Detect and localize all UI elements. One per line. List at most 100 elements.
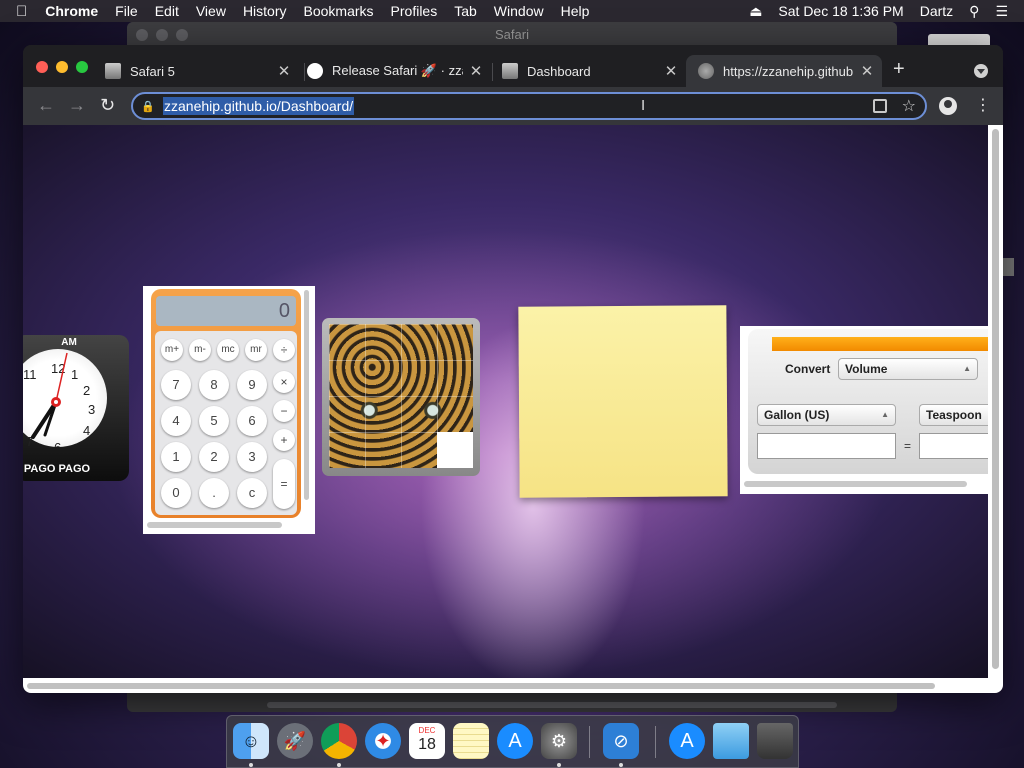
calendar-icon[interactable]: DEC 18 [409,723,445,759]
documents-folder-icon[interactable] [713,723,749,759]
to-unit-select[interactable]: Teaspoon [919,404,988,426]
convert-category-select[interactable]: Volume ▲ [838,358,978,380]
tab-title: Safari 5 [130,63,175,79]
lock-icon[interactable]: 🔒 [141,100,155,113]
apple-icon[interactable]:  [16,3,27,20]
calc-key-1[interactable]: 1 [161,442,191,472]
new-tab-icon[interactable]: + [893,59,905,79]
unit-converter-widget[interactable]: Convert Volume ▲ Gallon (US) ▲ Teaspoon … [740,326,988,494]
minimize-window-button[interactable] [56,61,68,73]
calc-key-mr[interactable]: mr [245,339,267,361]
calc-key-8[interactable]: 8 [199,370,229,400]
tile-puzzle-widget[interactable] [322,318,480,476]
converter-header-band [772,337,988,351]
calc-key-0[interactable]: 0 [161,478,191,508]
more-menu-icon[interactable]: ⋮ [975,96,991,116]
tab-active-zzanehip[interactable]: https://zzanehip.github.io/Dashboard/ ✕ [686,55,882,87]
calculator-horizontal-scrollbar[interactable] [147,522,282,528]
tab-release-safari[interactable]: Release Safari 🚀 · zzanehip ✕ [307,55,483,87]
toolbar: ← → ↻ 🔒 zzanehip.github.io/Dashboard/ I … [23,87,1003,125]
menu-tab[interactable]: Tab [454,3,477,19]
menu-view[interactable]: View [196,3,226,19]
calc-key-decimal[interactable]: . [199,478,229,508]
address-url-text[interactable]: zzanehip.github.io/Dashboard/ [163,97,355,115]
menubar-user[interactable]: Dartz [920,3,953,19]
calc-key-7[interactable]: 7 [161,370,191,400]
launchpad-icon[interactable]: 🚀 [277,723,313,759]
menu-profiles[interactable]: Profiles [391,3,438,19]
calc-key-9[interactable]: 9 [237,370,267,400]
tab-title: https://zzanehip.github.io/Dashboard/ [723,63,854,79]
notes-icon[interactable] [453,723,489,759]
calculator-widget[interactable]: 0 m+ m- mc mr ÷ 7 8 9 × 4 5 6 − 1 2 3 + … [143,286,315,534]
calc-key-equals[interactable]: = [273,459,295,509]
calc-key-multiply[interactable]: × [273,371,295,393]
to-value-input[interactable] [919,433,988,459]
calc-key-mminus[interactable]: m- [189,339,211,361]
converter-horizontal-scrollbar[interactable] [744,481,967,487]
sticky-note-widget[interactable] [518,305,728,498]
from-value-input[interactable] [757,433,896,459]
finder-icon[interactable]: ☺ [233,723,269,759]
chrome-window: Safari 5 ✕ Release Safari 🚀 · zzanehip ✕… [23,45,1003,693]
spotlight-search-icon[interactable]: ⚲ [969,3,979,20]
safari-5-icon[interactable]: ⊘ [603,723,639,759]
calc-key-2[interactable]: 2 [199,442,229,472]
from-unit-select[interactable]: Gallon (US) ▲ [757,404,896,426]
menu-app-name[interactable]: Chrome [45,3,98,19]
clock-number-11: 11 [23,367,37,382]
menu-bookmarks[interactable]: Bookmarks [304,3,374,19]
zoom-window-button[interactable] [76,61,88,73]
close-tab-icon[interactable]: ✕ [469,62,483,80]
to-unit-value: Teaspoon [926,408,982,422]
close-tab-icon[interactable]: ✕ [277,62,291,80]
safari-icon[interactable]: ✦ [365,723,401,759]
calculator-body: 0 m+ m- mc mr ÷ 7 8 9 × 4 5 6 − 1 2 3 + … [151,289,301,518]
world-clock-widget[interactable]: AM 12 1 2 3 4 6 7 8 10 11 [23,335,129,481]
chrome-icon[interactable] [321,723,357,759]
background-window-scrollbar[interactable] [267,702,837,708]
calc-key-5[interactable]: 5 [199,406,229,436]
menu-window[interactable]: Window [494,3,544,19]
reload-icon[interactable]: ↻ [100,95,115,115]
address-bar[interactable]: 🔒 zzanehip.github.io/Dashboard/ I ☆ [131,92,927,120]
leopard-puzzle-board[interactable] [329,324,473,468]
control-center-icon[interactable]: ☰ [995,3,1008,20]
trash-icon[interactable] [757,723,793,759]
calc-key-divide[interactable]: ÷ [273,339,295,361]
bookmark-star-icon[interactable]: ☆ [902,96,916,116]
close-tab-icon[interactable]: ✕ [860,62,874,80]
calc-key-plus[interactable]: + [273,429,295,451]
page-horizontal-scrollbar[interactable] [23,678,1003,693]
menu-history[interactable]: History [243,3,287,19]
tab-search-icon[interactable] [974,64,988,78]
close-window-button[interactable] [36,61,48,73]
profile-avatar-icon[interactable] [939,97,957,115]
calc-key-3[interactable]: 3 [237,442,267,472]
menu-help[interactable]: Help [561,3,590,19]
calc-key-mc[interactable]: mc [217,339,239,361]
dashboard-page[interactable]: AM 12 1 2 3 4 6 7 8 10 11 [23,125,988,678]
qr-code-icon[interactable] [873,99,887,113]
clock-number-4: 4 [83,423,90,438]
menu-edit[interactable]: Edit [155,3,179,19]
applications-folder-icon[interactable]: A [669,723,705,759]
forward-arrow-icon[interactable]: → [68,95,86,115]
close-tab-icon[interactable]: ✕ [664,62,678,80]
menubar-clock[interactable]: Sat Dec 18 1:36 PM [778,3,903,19]
tab-safari-5[interactable]: Safari 5 ✕ [105,55,291,87]
calc-key-4[interactable]: 4 [161,406,191,436]
page-vertical-scrollbar[interactable] [988,125,1003,678]
calculator-vertical-scrollbar[interactable] [304,290,309,500]
calc-key-6[interactable]: 6 [237,406,267,436]
calc-key-mplus[interactable]: m+ [161,339,183,361]
calc-key-clear[interactable]: c [237,478,267,508]
back-arrow-icon[interactable]: ← [37,95,55,115]
calc-key-minus[interactable]: − [273,400,295,422]
menu-file[interactable]: File [115,3,138,19]
app-store-icon[interactable]: A [497,723,533,759]
system-preferences-icon[interactable]: ⚙ [541,723,577,759]
tab-dashboard[interactable]: Dashboard ✕ [502,55,678,87]
background-window-traffic-lights [136,29,188,41]
eject-icon[interactable]: ⏏ [749,3,762,20]
